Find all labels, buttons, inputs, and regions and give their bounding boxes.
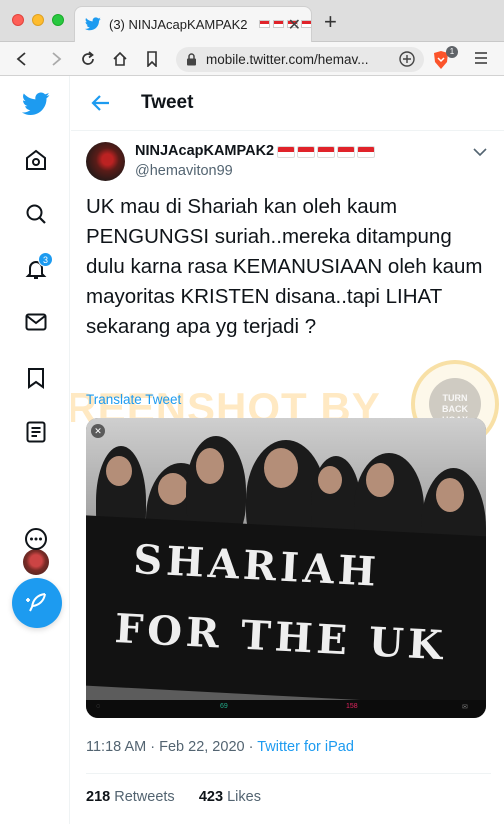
retweets-label: Retweets: [114, 789, 175, 805]
embedded-action-bar: ◌ 69 158 ✉: [86, 700, 486, 718]
feather-quill-icon: [26, 593, 46, 612]
separator-dot: ·: [248, 739, 254, 755]
forward-icon[interactable]: [46, 49, 66, 69]
reload-icon[interactable]: [78, 49, 98, 69]
author-avatar[interactable]: [86, 142, 125, 181]
tab-title: (3) NINJAcapKAMPAK2: [109, 17, 248, 32]
add-bookmark-icon[interactable]: [398, 50, 416, 73]
notifications-count-badge: 3: [38, 252, 53, 267]
page-title: Tweet: [141, 92, 194, 113]
url-text: mobile.twitter.com/hemav...: [206, 52, 369, 67]
embedded-retweet-count: 69: [220, 703, 228, 710]
back-arrow-icon[interactable]: [91, 93, 111, 118]
more-options-icon[interactable]: [22, 525, 50, 553]
shield-count-badge: 1: [446, 46, 458, 58]
close-window-button[interactable]: [12, 14, 24, 26]
likes-label: Likes: [227, 789, 261, 805]
bookmark-icon[interactable]: [142, 49, 162, 69]
tweet-stats-row: 218 Retweets 423 Likes: [86, 789, 261, 805]
menu-icon[interactable]: [474, 51, 488, 70]
embedded-like-count: 158: [346, 703, 358, 710]
chevron-down-icon[interactable]: [473, 144, 487, 162]
tweet-date[interactable]: Feb 22, 2020: [159, 739, 244, 755]
browser-tab-strip: (3) NINJAcapKAMPAK2 ✕ +: [0, 0, 504, 42]
tweet-source-link[interactable]: Twitter for iPad: [257, 739, 354, 755]
reply-icon: ◌: [96, 703, 101, 710]
tweet-header: Tweet: [71, 76, 504, 131]
sidebar-nav: 3: [0, 76, 70, 824]
banner-text-line1: SHARIAH: [132, 535, 381, 596]
bookmarks-icon[interactable]: [22, 364, 50, 392]
retweets-count: 218: [86, 789, 111, 805]
explore-search-icon[interactable]: [22, 200, 50, 228]
home-icon[interactable]: [22, 146, 50, 174]
tweet-timestamp-row: 11:18 AM · Feb 22, 2020 · Twitter for iP…: [86, 739, 354, 755]
translate-tweet-link[interactable]: Translate Tweet: [86, 392, 181, 407]
share-icon: ✉: [462, 704, 468, 711]
separator-dot: ·: [150, 739, 156, 755]
lock-icon: [186, 53, 197, 71]
author-handle[interactable]: @hemaviton99: [135, 163, 233, 179]
home-icon[interactable]: [110, 49, 130, 69]
twitter-logo-icon[interactable]: [22, 90, 50, 118]
likes-stat[interactable]: 423 Likes: [199, 789, 261, 805]
tab-close-icon[interactable]: ✕: [288, 15, 301, 35]
tweet-text: UK mau di Shariah kan oleh kaum PENGUNGS…: [86, 195, 483, 338]
twitter-favicon-icon: [84, 17, 101, 36]
media-close-icon: ✕: [91, 424, 105, 438]
address-bar[interactable]: mobile.twitter.com/hemav...: [176, 47, 424, 72]
browser-tab[interactable]: (3) NINJAcapKAMPAK2 ✕: [74, 6, 312, 42]
maximize-window-button[interactable]: [52, 14, 64, 26]
main-column: Tweet SCREENSHOT BY TURN BACK HOAX NINJA…: [71, 76, 504, 824]
tab-title-flags: [259, 20, 312, 28]
compose-tweet-button[interactable]: [12, 578, 62, 628]
divider: [86, 773, 491, 774]
browser-toolbar: mobile.twitter.com/hemav... 1: [0, 42, 504, 76]
new-tab-button[interactable]: +: [324, 9, 337, 35]
photo-banner: SHARIAH FOR THE UK: [86, 515, 486, 707]
minimize-window-button[interactable]: [32, 14, 44, 26]
retweets-stat[interactable]: 218 Retweets: [86, 789, 175, 805]
tweet-media-image[interactable]: SHARIAH FOR THE UK ✕ ◌ 69 158 ✉: [86, 418, 486, 718]
likes-count: 423: [198, 789, 224, 805]
tweet-time[interactable]: 11:18 AM: [86, 739, 146, 755]
author-display-name[interactable]: NINJAcapKAMPAK2: [135, 143, 274, 159]
name-flag-emojis: [277, 146, 375, 158]
back-icon[interactable]: [12, 49, 32, 69]
lists-icon[interactable]: [22, 418, 50, 446]
messages-envelope-icon[interactable]: [22, 308, 50, 336]
banner-text-line2: FOR THE UK: [113, 605, 448, 670]
